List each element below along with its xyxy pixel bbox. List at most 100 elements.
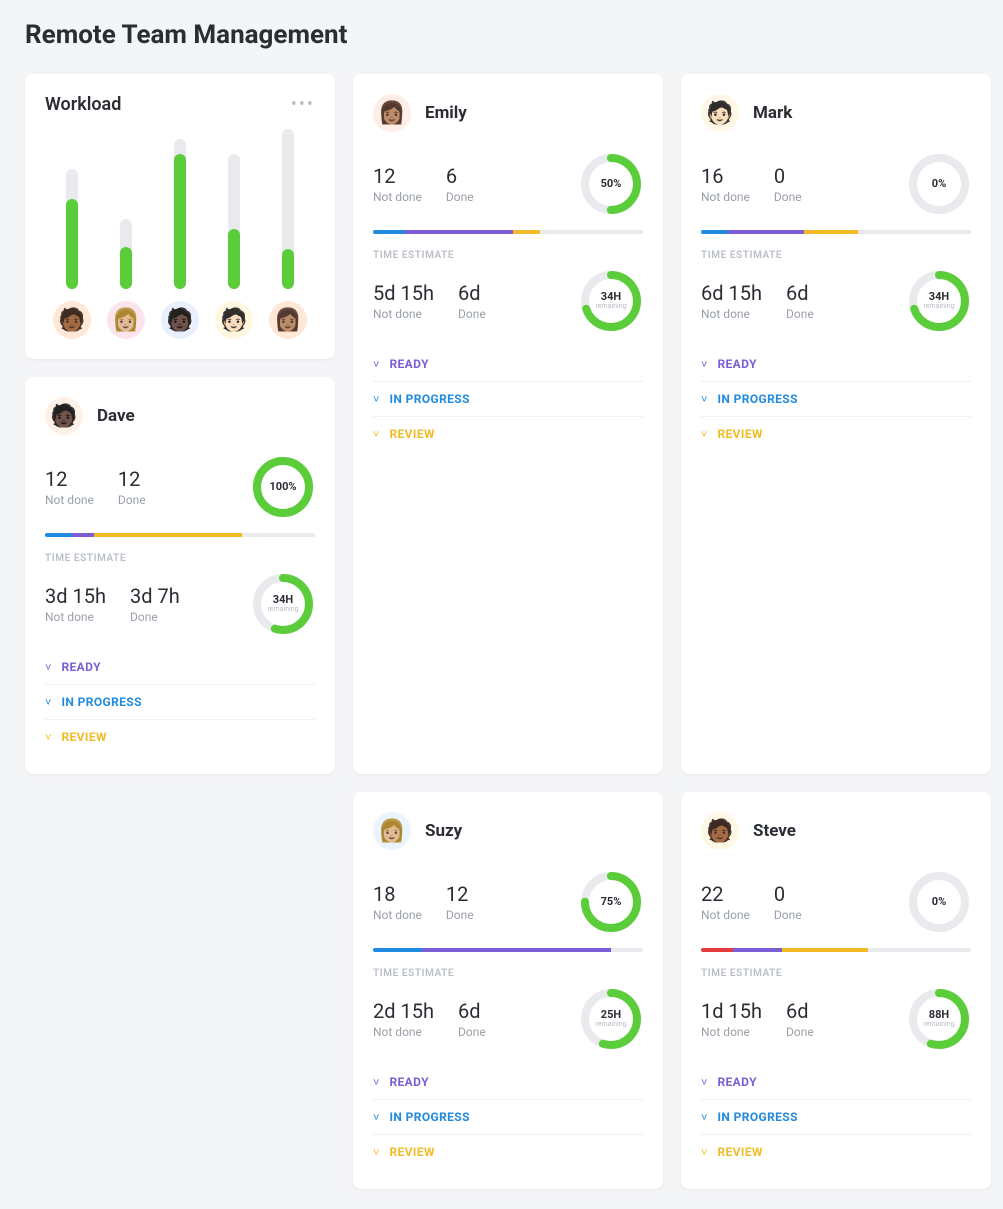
- chevron-down-icon: ˅: [701, 358, 707, 371]
- te-notdone-value: 2d 15h: [373, 999, 434, 1023]
- section-label: IN PROGRESS: [61, 695, 141, 709]
- section-label: IN PROGRESS: [389, 392, 469, 406]
- notdone-label: Not done: [373, 307, 434, 321]
- chevron-down-icon: ˅: [701, 1076, 707, 1089]
- notdone-label: Not done: [373, 908, 422, 922]
- done-label: Done: [446, 908, 474, 922]
- section-label: REVIEW: [717, 1145, 762, 1159]
- progress-bar: [701, 948, 971, 952]
- done-label: Done: [458, 307, 486, 321]
- time-estimate-heading: TIME ESTIMATE: [373, 968, 643, 979]
- progress-ring: 34Hremaining: [579, 269, 643, 333]
- section-inprogress[interactable]: ˅ IN PROGRESS: [701, 1099, 971, 1134]
- section-ready[interactable]: ˅ READY: [373, 347, 643, 381]
- avatar[interactable]: 👩🏼: [373, 812, 411, 850]
- te-done-value: 6d: [458, 281, 486, 305]
- person-name: Mark: [753, 103, 792, 123]
- avatar[interactable]: 🧑🏿: [161, 301, 199, 339]
- section-ready[interactable]: ˅ READY: [45, 650, 315, 684]
- workload-card: Workload ••• 🧑🏾👩🏼🧑🏿🧑🏻👩🏽: [25, 74, 335, 359]
- te-done-value: 6d: [786, 281, 814, 305]
- notdone-count: 22: [701, 882, 750, 906]
- section-review[interactable]: ˅ REVIEW: [373, 416, 643, 451]
- workload-bar: [210, 154, 259, 289]
- chevron-down-icon: ˅: [45, 696, 51, 709]
- progress-bar: [373, 230, 643, 234]
- avatar[interactable]: 👩🏽: [373, 94, 411, 132]
- te-notdone-value: 1d 15h: [701, 999, 762, 1023]
- section-list: ˅ READY ˅ IN PROGRESS ˅ REVIEW: [373, 347, 643, 451]
- avatar[interactable]: 🧑🏿: [45, 397, 83, 435]
- chevron-down-icon: ˅: [373, 1111, 379, 1124]
- time-estimate-heading: TIME ESTIMATE: [701, 250, 971, 261]
- progress-ring: 0%: [907, 152, 971, 216]
- avatar[interactable]: 👩🏽: [269, 301, 307, 339]
- progress-ring: 100%: [251, 455, 315, 519]
- te-done-value: 6d: [786, 999, 814, 1023]
- te-done-value: 3d 7h: [130, 584, 180, 608]
- progress-bar: [373, 948, 643, 952]
- notdone-label: Not done: [701, 1025, 762, 1039]
- chevron-down-icon: ˅: [45, 731, 51, 744]
- notdone-label: Not done: [373, 1025, 434, 1039]
- section-review[interactable]: ˅ REVIEW: [373, 1134, 643, 1169]
- chevron-down-icon: ˅: [373, 1146, 379, 1159]
- notdone-label: Not done: [701, 307, 762, 321]
- section-inprogress[interactable]: ˅ IN PROGRESS: [45, 684, 315, 719]
- done-label: Done: [130, 610, 180, 624]
- section-list: ˅ READY ˅ IN PROGRESS ˅ REVIEW: [373, 1065, 643, 1169]
- section-inprogress[interactable]: ˅ IN PROGRESS: [701, 381, 971, 416]
- chevron-down-icon: ˅: [701, 1111, 707, 1124]
- dashboard-grid: Workload ••• 🧑🏾👩🏼🧑🏿🧑🏻👩🏽 🧑🏿 Dave 12 Not d…: [25, 74, 978, 1189]
- progress-bar: [701, 230, 971, 234]
- avatar[interactable]: 🧑🏻: [215, 301, 253, 339]
- person-card-steve: 🧑🏾 Steve 22 Not done 0 Done 0% TIME ESTI…: [681, 792, 991, 1189]
- person-name: Dave: [97, 406, 135, 426]
- more-icon[interactable]: •••: [291, 94, 315, 115]
- done-label: Done: [446, 190, 474, 204]
- te-notdone-value: 6d 15h: [701, 281, 762, 305]
- section-ready[interactable]: ˅ READY: [701, 1065, 971, 1099]
- workload-bar: [102, 219, 151, 289]
- notdone-label: Not done: [45, 493, 94, 507]
- section-review[interactable]: ˅ REVIEW: [45, 719, 315, 754]
- chevron-down-icon: ˅: [701, 428, 707, 441]
- notdone-label: Not done: [701, 908, 750, 922]
- section-inprogress[interactable]: ˅ IN PROGRESS: [373, 1099, 643, 1134]
- progress-ring: 50%: [579, 152, 643, 216]
- section-label: REVIEW: [717, 427, 762, 441]
- time-estimate-heading: TIME ESTIMATE: [373, 250, 643, 261]
- section-ready[interactable]: ˅ READY: [373, 1065, 643, 1099]
- section-label: IN PROGRESS: [717, 392, 797, 406]
- section-review[interactable]: ˅ REVIEW: [701, 416, 971, 451]
- notdone-label: Not done: [373, 190, 422, 204]
- section-label: READY: [717, 357, 756, 371]
- chevron-down-icon: ˅: [373, 1076, 379, 1089]
- person-card-suzy: 👩🏼 Suzy 18 Not done 12 Done 75% TIME EST…: [353, 792, 663, 1189]
- chevron-down-icon: ˅: [373, 428, 379, 441]
- section-review[interactable]: ˅ REVIEW: [701, 1134, 971, 1169]
- done-label: Done: [786, 307, 814, 321]
- section-ready[interactable]: ˅ READY: [701, 347, 971, 381]
- avatar[interactable]: 👩🏼: [107, 301, 145, 339]
- section-label: REVIEW: [61, 730, 106, 744]
- chevron-down-icon: ˅: [701, 1146, 707, 1159]
- chevron-down-icon: ˅: [373, 358, 379, 371]
- progress-ring: 88Hremaining: [907, 987, 971, 1051]
- chevron-down-icon: ˅: [373, 393, 379, 406]
- person-name: Emily: [425, 103, 467, 123]
- section-list: ˅ READY ˅ IN PROGRESS ˅ REVIEW: [45, 650, 315, 754]
- te-notdone-value: 5d 15h: [373, 281, 434, 305]
- avatar[interactable]: 🧑🏻: [701, 94, 739, 132]
- workload-avatars: 🧑🏾 👩🏼 🧑🏿 🧑🏻 👩🏽: [45, 301, 315, 339]
- done-count: 6: [446, 164, 474, 188]
- notdone-count: 16: [701, 164, 750, 188]
- avatar[interactable]: 🧑🏾: [701, 812, 739, 850]
- avatar[interactable]: 🧑🏾: [53, 301, 91, 339]
- person-name: Steve: [753, 821, 796, 841]
- done-label: Done: [774, 908, 802, 922]
- progress-ring: 34Hremaining: [251, 572, 315, 636]
- notdone-label: Not done: [45, 610, 106, 624]
- section-inprogress[interactable]: ˅ IN PROGRESS: [373, 381, 643, 416]
- section-label: READY: [61, 660, 100, 674]
